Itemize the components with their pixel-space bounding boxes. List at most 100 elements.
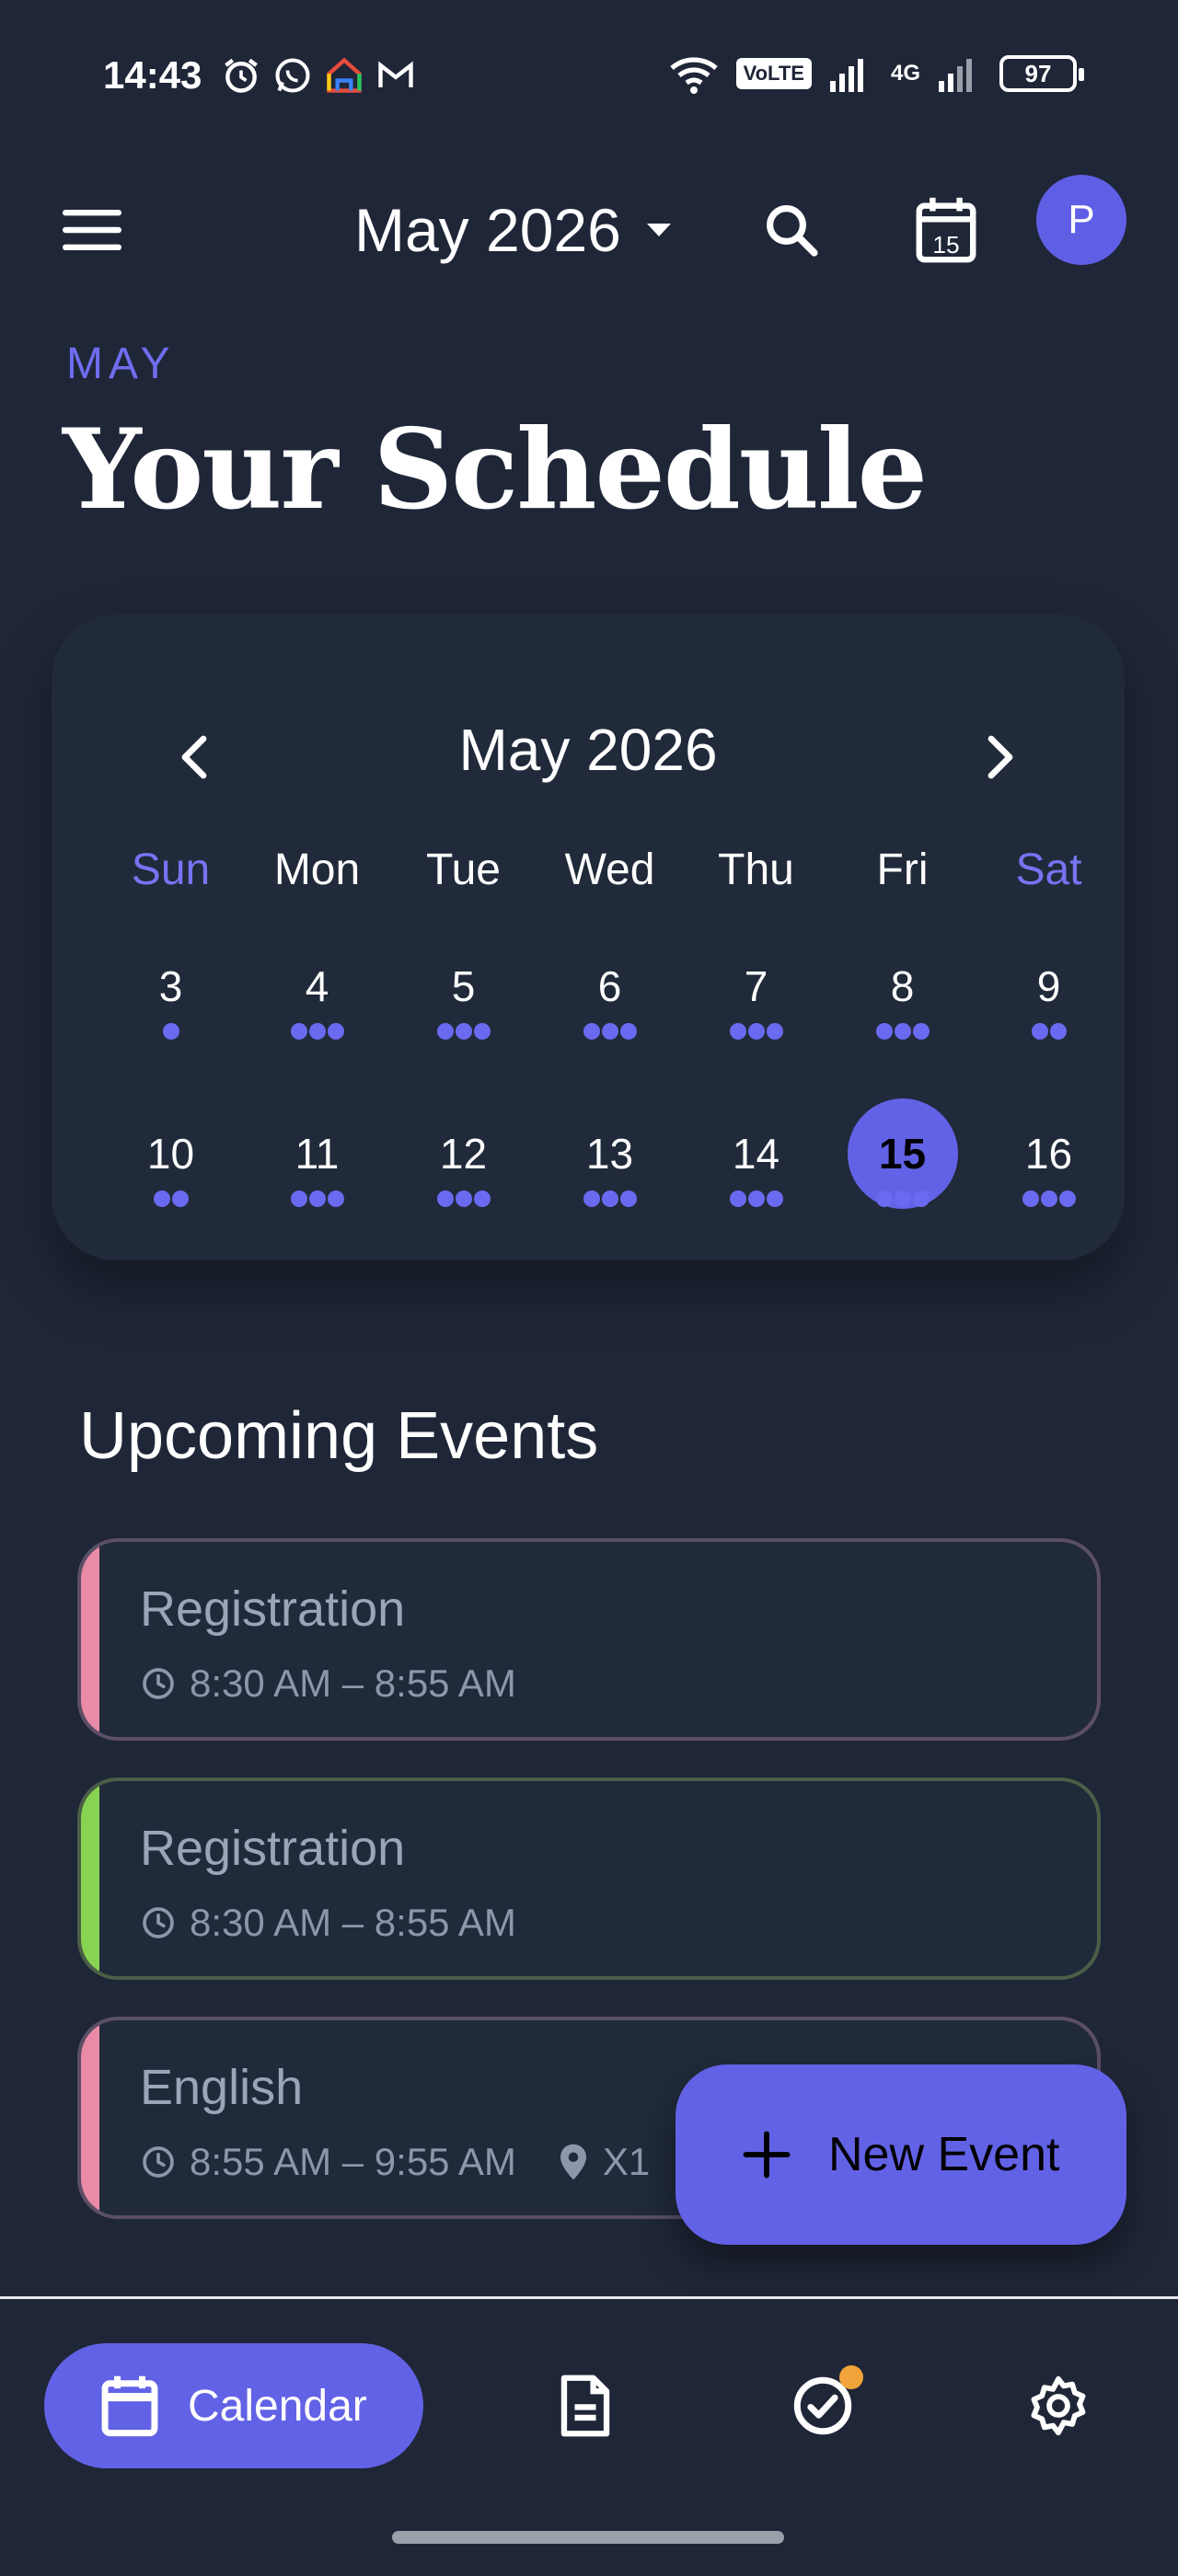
- dropdown-arrow-icon: [646, 224, 671, 236]
- event-color-stripe: [81, 1542, 99, 1737]
- event-dot: [766, 1190, 783, 1207]
- event-dots: [729, 1023, 783, 1040]
- calendar-day[interactable]: 9: [976, 931, 1122, 1051]
- next-month-button[interactable]: [959, 716, 1042, 799]
- event-card[interactable]: Registration 8:30 AM – 8:55 AM: [77, 1777, 1101, 1980]
- event-dot: [619, 1190, 637, 1207]
- event-dots: [290, 1023, 344, 1040]
- calendar-day[interactable]: 16: [976, 1098, 1122, 1218]
- event-time: 8:55 AM – 9:55 AM: [190, 2140, 516, 2183]
- alarm-icon: [225, 58, 258, 93]
- plus-icon: [743, 2131, 791, 2179]
- app-bar: May 2026 15 P: [0, 156, 1178, 285]
- event-dots: [436, 1023, 491, 1040]
- new-event-button[interactable]: New Event: [676, 2064, 1126, 2245]
- event-dots: [875, 1023, 930, 1040]
- event-time-row: 8:55 AM – 9:55 AM X1: [140, 2140, 650, 2184]
- event-dot: [894, 1023, 911, 1040]
- event-color-stripe: [81, 2020, 99, 2215]
- calendar-day[interactable]: 12: [390, 1098, 537, 1218]
- document-icon: [560, 2375, 610, 2437]
- clock-icon: [143, 1668, 174, 1699]
- home-app-icon: [327, 57, 362, 93]
- event-dot: [729, 1023, 746, 1040]
- event-dot: [1049, 1023, 1067, 1040]
- event-dot: [290, 1023, 307, 1040]
- new-event-label: New Event: [828, 2128, 1060, 2181]
- calendar-today-icon: 15: [916, 197, 976, 263]
- event-dot: [1022, 1190, 1039, 1207]
- event-time: 8:30 AM – 8:55 AM: [190, 1662, 516, 1705]
- volte-badge: VoLTE: [735, 58, 812, 89]
- calendar-day[interactable]: 10: [98, 1098, 244, 1218]
- avatar[interactable]: P: [1036, 175, 1126, 265]
- event-card[interactable]: Registration 8:30 AM – 8:55 AM: [77, 1538, 1101, 1741]
- event-dot: [729, 1190, 746, 1207]
- event-dot: [619, 1023, 637, 1040]
- calendar-day-selected[interactable]: 15: [829, 1098, 976, 1218]
- system-icons: VoLTE 4G 97: [668, 53, 1084, 94]
- today-button[interactable]: 15: [900, 184, 992, 276]
- event-dot: [583, 1190, 600, 1207]
- calendar-card: May 2026 Sun Mon Tue Wed Thu Fri Sat 3 4 5 6 7 8 9 10…: [52, 615, 1125, 1260]
- event-dot: [747, 1023, 765, 1040]
- event-dot: [912, 1023, 930, 1040]
- event-time: 8:30 AM – 8:55 AM: [190, 1901, 516, 1944]
- event-title: Registration: [140, 1821, 406, 1876]
- calendar-day[interactable]: 13: [537, 1098, 683, 1218]
- event-dot: [747, 1190, 765, 1207]
- gear-icon: [1031, 2375, 1086, 2436]
- event-dot: [455, 1023, 472, 1040]
- event-dot: [1031, 1023, 1048, 1040]
- event-dot: [162, 1023, 179, 1040]
- weekday-header: Sun Mon Tue Wed Thu Fri Sat: [52, 845, 1125, 900]
- event-dot: [153, 1190, 170, 1207]
- battery-indicator: 97: [999, 55, 1084, 92]
- month-picker[interactable]: May 2026: [354, 184, 673, 276]
- calendar-day[interactable]: 7: [683, 931, 829, 1051]
- nav-settings[interactable]: [1003, 2343, 1114, 2468]
- nav-calendar-label: Calendar: [188, 2381, 367, 2431]
- search-icon: [767, 205, 818, 257]
- nav-notes[interactable]: [530, 2343, 641, 2468]
- wifi-icon: [669, 57, 718, 94]
- nav-calendar[interactable]: Calendar: [44, 2343, 423, 2468]
- event-dots: [153, 1190, 189, 1207]
- event-dot: [308, 1190, 326, 1207]
- event-dot: [308, 1023, 326, 1040]
- tasks-notification-badge: [839, 2365, 863, 2389]
- whatsapp-icon: [275, 58, 310, 93]
- nav-tasks[interactable]: [768, 2343, 878, 2468]
- event-dots: [290, 1190, 344, 1207]
- clock-icon: [143, 2146, 174, 2178]
- avatar-initial: P: [1068, 197, 1095, 242]
- weekday-label: Mon: [273, 845, 361, 894]
- event-time-row: 8:30 AM – 8:55 AM: [140, 1662, 516, 1706]
- search-button[interactable]: [745, 184, 837, 276]
- event-dots: [1022, 1190, 1076, 1207]
- event-dot: [1040, 1190, 1057, 1207]
- event-title: English: [140, 2060, 304, 2115]
- clock-icon: [143, 1907, 174, 1938]
- location-pin-icon: [560, 2144, 586, 2180]
- notification-icons: [221, 55, 416, 96]
- home-indicator[interactable]: [392, 2531, 784, 2544]
- calendar-day[interactable]: 8: [829, 931, 976, 1051]
- event-time-row: 8:30 AM – 8:55 AM: [140, 1901, 516, 1945]
- calendar-day[interactable]: 14: [683, 1098, 829, 1218]
- weekday-label: Sat: [1015, 845, 1082, 894]
- event-dots: [875, 1190, 930, 1207]
- status-time: 14:43: [103, 53, 202, 97]
- bottom-navigation: Calendar: [0, 2296, 1178, 2576]
- calendar-day[interactable]: 5: [390, 931, 537, 1051]
- event-location-row: X1: [557, 2140, 650, 2184]
- event-dots: [436, 1190, 491, 1207]
- calendar-day[interactable]: 6: [537, 931, 683, 1051]
- calendar-day[interactable]: 3: [98, 931, 244, 1051]
- menu-button[interactable]: [55, 193, 129, 267]
- event-location: X1: [602, 2140, 651, 2183]
- event-dots: [729, 1190, 783, 1207]
- month-overline: MAY: [66, 339, 176, 388]
- calendar-day[interactable]: 11: [244, 1098, 390, 1218]
- calendar-day[interactable]: 4: [244, 931, 390, 1051]
